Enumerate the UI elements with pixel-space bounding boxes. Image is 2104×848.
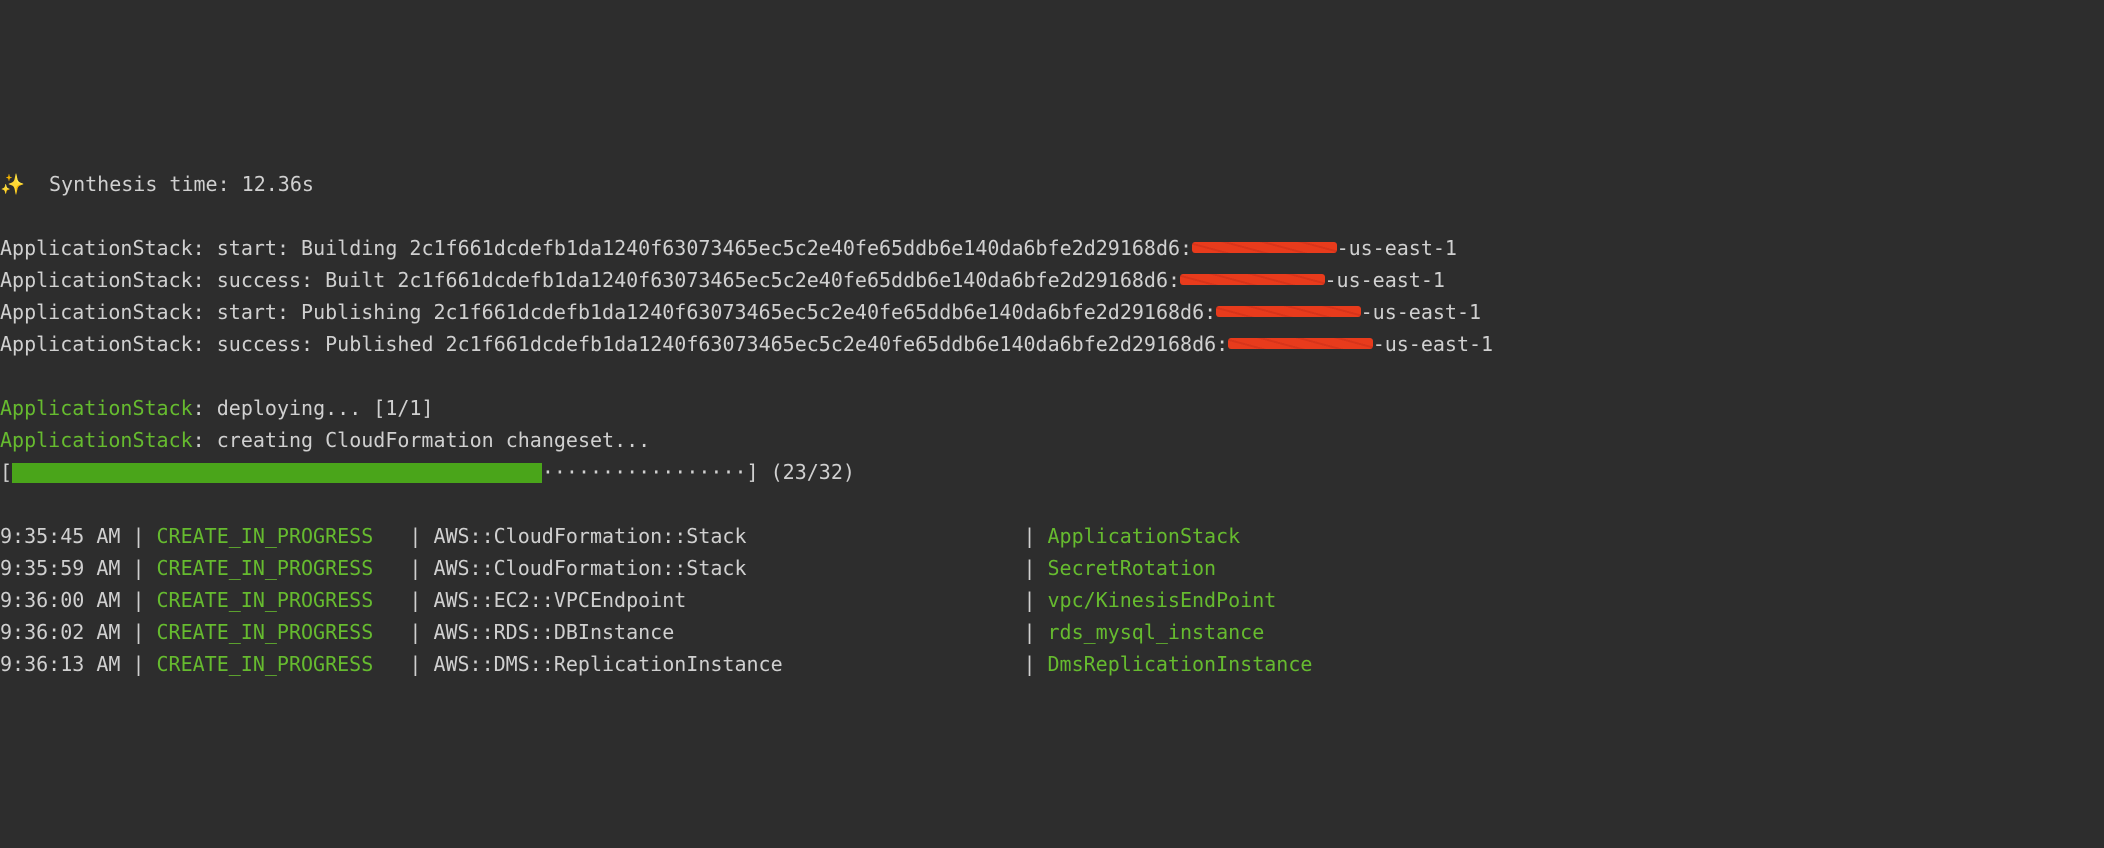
event-resource-type: AWS::DMS::ReplicationInstance [433,648,1011,680]
event-row: 9:35:45 AM | CREATE_IN_PROGRESS | AWS::C… [0,520,2104,552]
separator: | [397,616,433,648]
separator: | [120,584,156,616]
region-suffix: -us-east-1 [1373,332,1493,356]
separator: | [120,648,156,680]
redacted-account [1180,274,1324,285]
sparkle-icon: ✨ [0,172,25,196]
separator: | [1011,520,1047,552]
event-status: CREATE_IN_PROGRESS [157,648,398,680]
progress-remaining: ················· [542,460,747,484]
progress-count: (23/32) [759,460,855,484]
build-line: ApplicationStack: start: Publishing 2c1f… [0,296,2104,328]
changeset-stack: ApplicationStack [0,428,193,452]
asset-hash: 2c1f661dcdefb1da1240f63073465ec5c2e40fe6… [397,268,1180,292]
redacted-account [1228,338,1372,349]
event-resource-type: AWS::EC2::VPCEndpoint [433,584,1011,616]
deploy-stack: ApplicationStack [0,396,193,420]
build-line: ApplicationStack: success: Published 2c1… [0,328,2104,360]
stack-name: ApplicationStack: [0,236,205,260]
event-row: 9:36:02 AM | CREATE_IN_PROGRESS | AWS::R… [0,616,2104,648]
separator: | [397,520,433,552]
asset-hash: 2c1f661dcdefb1da1240f63073465ec5c2e40fe6… [409,236,1192,260]
event-time: 9:36:00 AM [0,584,120,616]
asset-hash: 2c1f661dcdefb1da1240f63073465ec5c2e40fe6… [446,332,1229,356]
redacted-account [1216,306,1360,317]
event-time: 9:36:02 AM [0,616,120,648]
region-suffix: -us-east-1 [1337,236,1457,260]
separator: | [1011,552,1047,584]
phase: success: Built [205,268,398,292]
deploy-text: : deploying... [1/1] [193,396,434,420]
synthesis-label: Synthesis time: [49,172,230,196]
event-resource-name: vpc/KinesisEndPoint [1048,584,1277,616]
terminal-output: ✨ Synthesis time: 12.36s ApplicationStac… [0,160,2104,688]
event-time: 9:35:59 AM [0,552,120,584]
separator: | [1011,648,1047,680]
separator: | [397,584,433,616]
event-resource-name: SecretRotation [1048,552,1217,584]
region-suffix: -us-east-1 [1325,268,1445,292]
event-status: CREATE_IN_PROGRESS [157,552,398,584]
phase: start: Building [205,236,410,260]
event-resource-type: AWS::RDS::DBInstance [433,616,1011,648]
event-row: 9:35:59 AM | CREATE_IN_PROGRESS | AWS::C… [0,552,2104,584]
changeset-text: : creating CloudFormation changeset... [193,428,651,452]
event-time: 9:36:13 AM [0,648,120,680]
event-resource-name: rds_mysql_instance [1048,616,1265,648]
stack-name: ApplicationStack: [0,300,205,324]
separator: | [1011,616,1047,648]
progress-open: [ [0,460,12,484]
event-time: 9:35:45 AM [0,520,120,552]
separator: | [397,648,433,680]
event-resource-name: DmsReplicationInstance [1048,648,1313,680]
separator: | [397,552,433,584]
phase: start: Publishing [205,300,434,324]
stack-name: ApplicationStack: [0,268,205,292]
event-status: CREATE_IN_PROGRESS [157,584,398,616]
separator: | [120,552,156,584]
event-resource-name: ApplicationStack [1048,520,1241,552]
separator: | [120,616,156,648]
phase: success: Published [205,332,446,356]
redacted-account [1192,242,1336,253]
event-rows: 9:35:45 AM | CREATE_IN_PROGRESS | AWS::C… [0,520,2104,680]
synthesis-value: 12.36s [242,172,314,196]
separator: | [1011,584,1047,616]
event-row: 9:36:00 AM | CREATE_IN_PROGRESS | AWS::E… [0,584,2104,616]
build-line: ApplicationStack: start: Building 2c1f66… [0,232,2104,264]
event-status: CREATE_IN_PROGRESS [157,520,398,552]
progress-close: ] [747,460,759,484]
progress-bar [12,463,542,483]
event-row: 9:36:13 AM | CREATE_IN_PROGRESS | AWS::D… [0,648,2104,680]
event-resource-type: AWS::CloudFormation::Stack [433,520,1011,552]
region-suffix: -us-east-1 [1361,300,1481,324]
separator: | [120,520,156,552]
event-resource-type: AWS::CloudFormation::Stack [433,552,1011,584]
build-line: ApplicationStack: success: Built 2c1f661… [0,264,2104,296]
event-status: CREATE_IN_PROGRESS [157,616,398,648]
build-lines: ApplicationStack: start: Building 2c1f66… [0,232,2104,360]
asset-hash: 2c1f661dcdefb1da1240f63073465ec5c2e40fe6… [433,300,1216,324]
stack-name: ApplicationStack: [0,332,205,356]
